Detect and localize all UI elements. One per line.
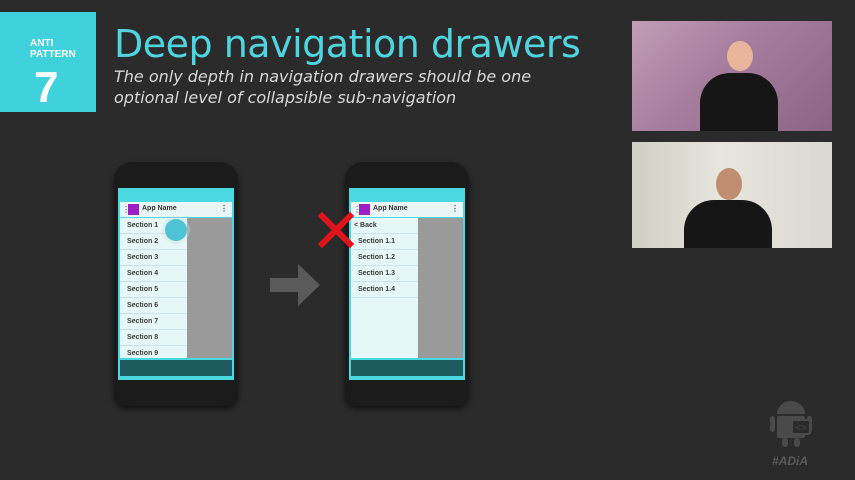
bottom-bar [351, 360, 463, 376]
drawer-item-section-1-3[interactable]: Section 1.3 [351, 266, 418, 282]
content-area [187, 218, 232, 358]
badge-line-2: PATTERN [30, 49, 76, 60]
x-mark-icon [318, 212, 354, 248]
slide-subtitle: The only depth in navigation drawers sho… [114, 67, 532, 107]
presenter-head [727, 41, 753, 71]
app-icon [359, 204, 370, 215]
menu-icon[interactable]: ⋮ [122, 205, 130, 214]
drawer-item-section-4[interactable]: Section 4 [120, 266, 187, 282]
phone-screen: ⋮ App Name ⋮ < Back Section 1.1 Section … [349, 188, 465, 380]
navigation-drawer: < Back Section 1.1 Section 1.2 Section 1… [351, 218, 418, 358]
drawer-item-section-1-2[interactable]: Section 1.2 [351, 250, 418, 266]
drawer-item-section-7[interactable]: Section 7 [120, 314, 187, 330]
drawer-item-section-1-4[interactable]: Section 1.4 [351, 282, 418, 298]
app-name: App Name [142, 205, 177, 212]
drawer-item-section-8[interactable]: Section 8 [120, 330, 187, 346]
touch-indicator [165, 219, 187, 241]
badge-line-1: ANTI [30, 38, 54, 49]
badge-label: ANTI PATTERN [30, 38, 76, 60]
app-bar: ⋮ App Name ⋮ [120, 202, 232, 217]
overflow-menu-icon[interactable]: ⋮ [451, 204, 459, 213]
drawer-item-back[interactable]: < Back [351, 218, 418, 234]
content-area [418, 218, 463, 358]
app-bar: ⋮ App Name ⋮ [351, 202, 463, 217]
presenter-video-1 [632, 21, 832, 131]
svg-text:<>: <> [796, 423, 807, 433]
overflow-menu-icon[interactable]: ⋮ [220, 204, 228, 213]
app-name: App Name [373, 205, 408, 212]
drawer-item-section-1-1[interactable]: Section 1.1 [351, 234, 418, 250]
arrow-right-icon [270, 264, 320, 306]
presenter-shirt [700, 73, 778, 131]
drawer-item-section-3[interactable]: Section 3 [120, 250, 187, 266]
presenter-video-2 [632, 142, 832, 248]
phone-right: ⋮ App Name ⋮ < Back Section 1.1 Section … [345, 162, 469, 406]
drawer-item-section-9[interactable]: Section 9 [120, 346, 187, 358]
drawer-item-section-6[interactable]: Section 6 [120, 298, 187, 314]
drawer-item-section-5[interactable]: Section 5 [120, 282, 187, 298]
bottom-bar [120, 360, 232, 376]
app-icon [128, 204, 139, 215]
anti-pattern-badge: ANTI PATTERN 7 [0, 12, 96, 112]
presenter-shirt [684, 200, 772, 248]
hashtag: #ADiA [772, 454, 809, 468]
presenter-head [716, 168, 742, 200]
phone-screen: ⋮ App Name ⋮ Section 1 Section 2 Section… [118, 188, 234, 380]
phone-left: ⋮ App Name ⋮ Section 1 Section 2 Section… [114, 162, 238, 406]
badge-number: 7 [34, 63, 59, 112]
android-mascot-icon: <> [770, 401, 812, 447]
slide-title: Deep navigation drawers [114, 22, 581, 66]
